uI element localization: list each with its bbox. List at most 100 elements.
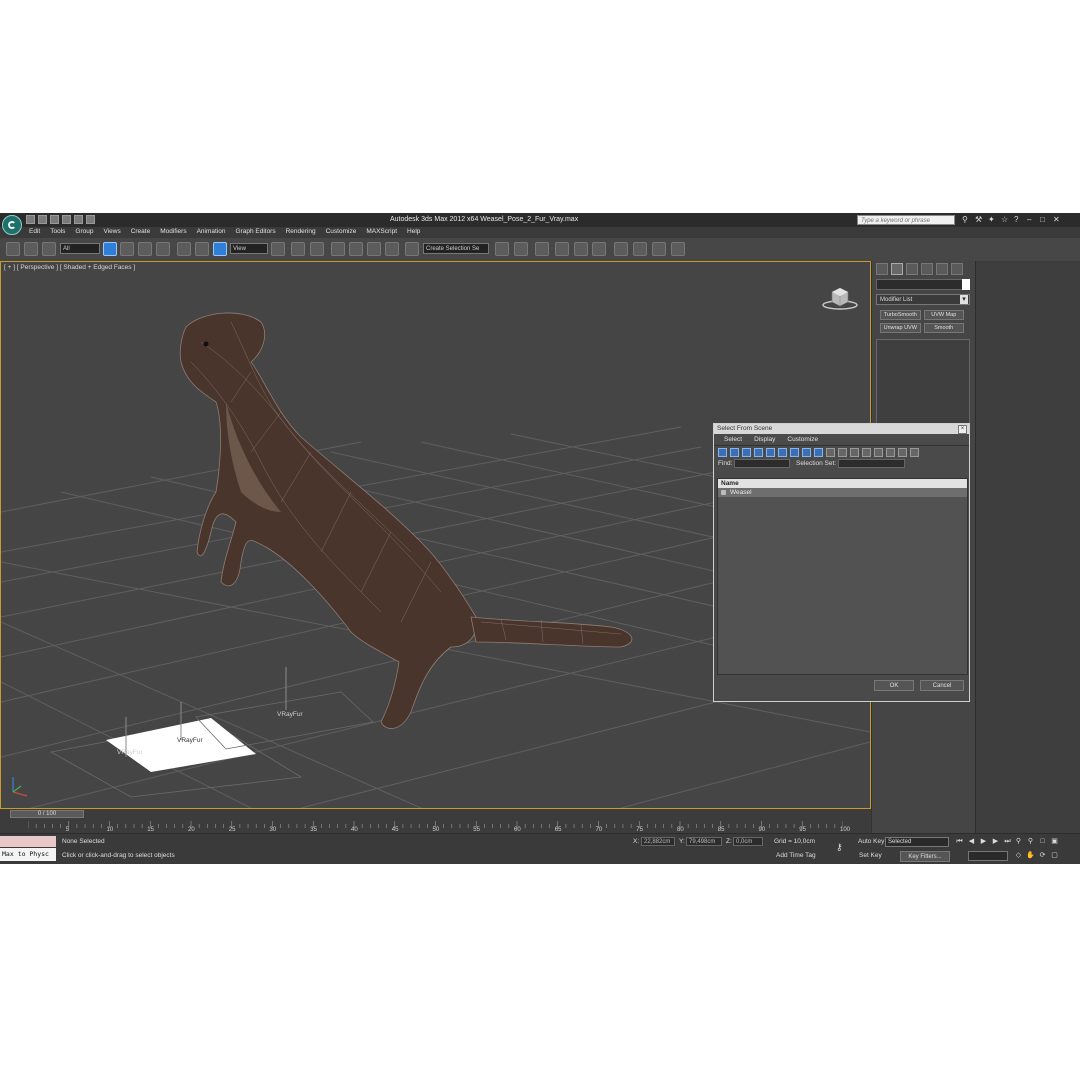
display-groups-icon[interactable]: [790, 447, 799, 457]
unlink-icon[interactable]: [24, 242, 38, 256]
display-invert-icon[interactable]: [886, 447, 895, 457]
display-xrefs-icon[interactable]: [802, 447, 811, 457]
key-icon[interactable]: ⚷: [836, 842, 850, 852]
zoom-extents-icon[interactable]: □: [1038, 837, 1047, 846]
display-helpers-icon[interactable]: [766, 447, 775, 457]
select-object-icon[interactable]: [103, 242, 117, 256]
list-item[interactable]: Weasel: [718, 488, 967, 497]
menu-help[interactable]: Help: [407, 228, 420, 235]
key-filters-button[interactable]: Key Filters...: [900, 851, 950, 862]
curve-editor-icon[interactable]: [574, 242, 588, 256]
display-cameras-icon[interactable]: [754, 447, 763, 457]
link-icon[interactable]: [6, 242, 20, 256]
material-editor-icon[interactable]: [614, 242, 628, 256]
application-logo-button[interactable]: [2, 215, 22, 235]
subscription-icon[interactable]: ⚒: [975, 215, 984, 224]
orbit-icon[interactable]: ⟳: [1038, 851, 1047, 860]
display-frozen-icon[interactable]: [838, 447, 847, 457]
time-slider[interactable]: 0 / 100: [10, 810, 84, 818]
scene-object-list[interactable]: Name Weasel: [717, 478, 968, 675]
dialog-menu-display[interactable]: Display: [754, 436, 775, 443]
viewcube-icon[interactable]: [822, 284, 858, 310]
set-key-button[interactable]: Set Key: [859, 852, 882, 859]
maximize-toggle-icon[interactable]: ▢: [1050, 851, 1059, 860]
project-folder-icon[interactable]: [86, 215, 95, 224]
render-setup-icon[interactable]: [633, 242, 647, 256]
turbosmooth-button[interactable]: TurboSmooth: [880, 310, 921, 320]
display-bones-icon[interactable]: [814, 447, 823, 457]
go-to-start-icon[interactable]: ⏮: [955, 837, 964, 846]
object-name-field[interactable]: [876, 279, 964, 290]
previous-frame-icon[interactable]: ◀: [967, 837, 976, 846]
binoculars-icon[interactable]: ⚲: [962, 215, 971, 224]
help-icon[interactable]: ?: [1014, 215, 1023, 224]
graphite-ribbon-icon[interactable]: [555, 242, 569, 256]
display-tab-icon[interactable]: [936, 263, 948, 275]
add-time-tag[interactable]: Add Time Tag: [776, 852, 816, 859]
display-all-icon[interactable]: [862, 447, 871, 457]
find-input[interactable]: [734, 459, 790, 468]
name-column-header[interactable]: Name: [718, 479, 967, 488]
display-lights-icon[interactable]: [742, 447, 751, 457]
percent-snap-icon[interactable]: [367, 242, 381, 256]
minimize-icon[interactable]: –: [1027, 215, 1036, 224]
keyboard-shortcut-icon[interactable]: [310, 242, 324, 256]
save-file-icon[interactable]: [50, 215, 59, 224]
angle-snap-icon[interactable]: [349, 242, 363, 256]
scale-icon[interactable]: [213, 242, 227, 256]
display-containers-icon[interactable]: [826, 447, 835, 457]
display-geometry-icon[interactable]: [718, 447, 727, 457]
layer-manager-icon[interactable]: [535, 242, 549, 256]
z-coordinate-field[interactable]: 0,0cm: [733, 837, 763, 846]
named-selection-set-dropdown[interactable]: Create Selection Se: [423, 243, 489, 254]
pan-icon[interactable]: ✋: [1026, 851, 1035, 860]
key-selection-dropdown[interactable]: Selected: [885, 837, 949, 847]
display-shapes-icon[interactable]: [730, 447, 739, 457]
favorites-star-icon[interactable]: ☆: [1001, 215, 1010, 224]
edit-named-selection-icon[interactable]: [405, 242, 419, 256]
select-by-name-icon[interactable]: [120, 242, 134, 256]
menu-create[interactable]: Create: [131, 228, 151, 235]
bind-space-warp-icon[interactable]: [42, 242, 56, 256]
menu-maxscript[interactable]: MAXScript: [366, 228, 397, 235]
dialog-title-bar[interactable]: Select From Scene ×: [714, 424, 969, 434]
menu-customize[interactable]: Customize: [326, 228, 357, 235]
field-of-view-icon[interactable]: ◇: [1014, 851, 1023, 860]
go-to-end-icon[interactable]: ⏭: [1003, 837, 1012, 846]
redo-icon[interactable]: [74, 215, 83, 224]
mirror-icon[interactable]: [495, 242, 509, 256]
undo-icon[interactable]: [62, 215, 71, 224]
maximize-viewport-icon[interactable]: ▣: [1050, 837, 1059, 846]
zoom-icon[interactable]: ⚲: [1014, 837, 1023, 846]
pivot-center-icon[interactable]: [271, 242, 285, 256]
move-icon[interactable]: [177, 242, 191, 256]
zoom-all-icon[interactable]: ⚲: [1026, 837, 1035, 846]
weasel-model[interactable]: [179, 312, 633, 729]
display-hidden-icon[interactable]: [850, 447, 859, 457]
menu-graph-editors[interactable]: Graph Editors: [236, 228, 276, 235]
current-frame-field[interactable]: [968, 851, 1008, 861]
auto-key-button[interactable]: Auto Key: [858, 838, 884, 845]
dialog-close-icon[interactable]: ×: [958, 425, 967, 434]
spinner-snap-icon[interactable]: [385, 242, 399, 256]
selection-filter-dropdown[interactable]: All: [60, 243, 100, 254]
modify-tab-icon[interactable]: [891, 263, 903, 275]
object-color-swatch[interactable]: [962, 279, 970, 290]
menu-animation[interactable]: Animation: [197, 228, 226, 235]
rotate-icon[interactable]: [195, 242, 209, 256]
uvw-map-button[interactable]: UVW Map: [923, 310, 964, 320]
maxscript-mini-listener[interactable]: Max to Physc: [0, 848, 56, 861]
menu-views[interactable]: Views: [103, 228, 120, 235]
menu-modifiers[interactable]: Modifiers: [160, 228, 186, 235]
manipulate-icon[interactable]: [291, 242, 305, 256]
maximize-icon[interactable]: □: [1040, 215, 1049, 224]
align-icon[interactable]: [514, 242, 528, 256]
play-icon[interactable]: ▶: [979, 837, 988, 846]
menu-rendering[interactable]: Rendering: [286, 228, 316, 235]
menu-tools[interactable]: Tools: [50, 228, 65, 235]
menu-group[interactable]: Group: [75, 228, 93, 235]
viewport-label[interactable]: [ + ] [ Perspective ] [ Shaded + Edged F…: [4, 264, 135, 271]
filter-icon[interactable]: [898, 447, 907, 457]
unwrap-uvw-button[interactable]: Unwrap UVW: [880, 323, 921, 333]
rendered-frame-window-icon[interactable]: [652, 242, 666, 256]
